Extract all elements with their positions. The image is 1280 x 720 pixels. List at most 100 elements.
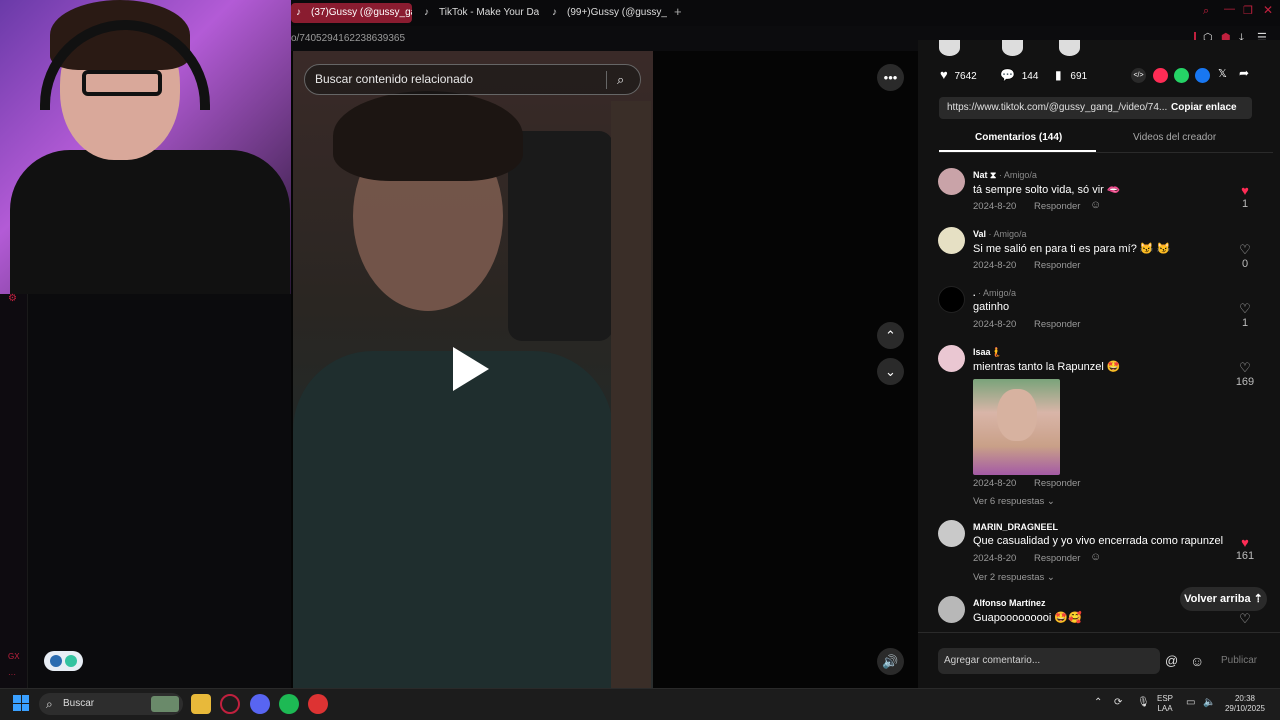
reply-button[interactable]: Responder bbox=[1034, 478, 1080, 489]
comment-text: mientras tanto la Rapunzel 🤩 bbox=[973, 361, 1121, 373]
browser-tab-bar: ♪ (37)Gussy (@gussy_gang ♪ TikTok - Make… bbox=[291, 0, 1280, 26]
heart-outline-icon: ♡ bbox=[1239, 360, 1251, 375]
tray-chevron-icon[interactable]: ⌃ bbox=[1094, 698, 1102, 708]
copy-link-button[interactable]: Copiar enlace bbox=[1171, 97, 1237, 119]
publish-button[interactable]: Publicar bbox=[1221, 655, 1257, 666]
language-indicator[interactable]: ESP LAA bbox=[1157, 694, 1173, 714]
more-options-button[interactable]: ••• bbox=[877, 64, 904, 91]
comment-author[interactable]: Isaa🧜 bbox=[973, 347, 1002, 358]
video-player[interactable] bbox=[293, 51, 653, 688]
minimize-icon[interactable]: — bbox=[1224, 3, 1235, 15]
mention-icon[interactable]: @ bbox=[1165, 648, 1178, 674]
comment-action[interactable]: 💬 144 bbox=[1000, 66, 1038, 86]
reply-button[interactable]: Responder bbox=[1034, 553, 1080, 564]
clock[interactable]: 20:38 29/10/2025 bbox=[1224, 694, 1266, 714]
avatar[interactable] bbox=[938, 168, 965, 195]
tiktok-icon: ♪ bbox=[552, 7, 557, 18]
volume-button[interactable]: 🔊 bbox=[877, 648, 904, 675]
glasses-icon bbox=[82, 70, 162, 96]
sidebar-more-icon[interactable]: ··· bbox=[8, 670, 16, 679]
avatar[interactable] bbox=[938, 227, 965, 254]
heart-icon: ♥ bbox=[940, 67, 948, 82]
comment-image-attachment[interactable] bbox=[973, 379, 1060, 475]
comment-date: 2024-8-20 bbox=[973, 260, 1017, 271]
creator-avatar-partial bbox=[939, 40, 960, 56]
view-replies-button[interactable]: Ver 6 respuestas ⌄ bbox=[973, 496, 1055, 507]
avatar[interactable] bbox=[938, 345, 965, 372]
close-icon[interactable]: ✕ bbox=[1263, 3, 1273, 17]
webcam-overlay bbox=[0, 0, 291, 294]
share-avatar-partial[interactable] bbox=[1059, 40, 1080, 56]
new-tab-button[interactable]: + bbox=[674, 4, 682, 19]
app-icon[interactable] bbox=[308, 694, 328, 714]
comment-author[interactable]: Nat ⧗ · Amigo/a bbox=[973, 170, 1037, 181]
discord-icon[interactable] bbox=[250, 694, 270, 714]
next-video-button[interactable]: ⌄ bbox=[877, 358, 904, 385]
like-button[interactable]: ♡ 169 bbox=[1233, 360, 1257, 388]
extension-pill[interactable] bbox=[44, 651, 83, 671]
volume-icon[interactable]: 🔈 bbox=[1203, 698, 1215, 708]
facebook-icon[interactable] bbox=[1195, 68, 1210, 83]
tab-label: (37)Gussy (@gussy_gang bbox=[311, 7, 412, 18]
tab-tiktok[interactable]: ♪ TikTok - Make Your Day bbox=[419, 3, 539, 23]
like-button[interactable]: ♥ 1 bbox=[1233, 183, 1257, 210]
view-replies-button[interactable]: Ver 2 respuestas ⌄ bbox=[973, 572, 1055, 583]
reply-button[interactable]: Responder bbox=[1034, 201, 1080, 212]
sync-icon[interactable]: ⟳ bbox=[1114, 698, 1122, 708]
like-action[interactable]: ♥ 7642 bbox=[940, 66, 977, 86]
search-icon[interactable]: ⌕ bbox=[617, 65, 624, 94]
comment-author[interactable]: Alfonso Martínez bbox=[973, 598, 1046, 608]
like-button[interactable]: ♥ 161 bbox=[1233, 535, 1257, 562]
comment-author[interactable]: MARIN_DRAGNEEL bbox=[973, 522, 1058, 532]
video-link-url: https://www.tiktok.com/@gussy_gang_/vide… bbox=[947, 102, 1167, 113]
comment-author[interactable]: . · Amigo/a bbox=[973, 288, 1016, 298]
x-twitter-icon[interactable]: 𝕏 bbox=[1218, 67, 1227, 80]
follow-button-partial[interactable] bbox=[1002, 40, 1023, 56]
like-button[interactable]: ♡ 0 bbox=[1233, 242, 1257, 270]
repost-icon[interactable] bbox=[1153, 68, 1168, 83]
previous-video-button[interactable]: ⌃ bbox=[877, 322, 904, 349]
emoji-icon[interactable]: ☺ bbox=[1190, 648, 1204, 674]
opera-gx-icon[interactable] bbox=[220, 694, 240, 714]
comment-placeholder: Agregar comentario... bbox=[944, 655, 1041, 666]
search-divider bbox=[606, 71, 607, 89]
avatar[interactable] bbox=[938, 286, 965, 313]
spotify-icon[interactable] bbox=[279, 694, 299, 714]
share-arrow-icon[interactable]: ➦ bbox=[1239, 66, 1249, 80]
windows-start-icon[interactable] bbox=[13, 695, 29, 711]
comment-input[interactable]: Agregar comentario... @ ☺ bbox=[938, 648, 1204, 674]
network-icon[interactable]: ▭ bbox=[1186, 698, 1195, 708]
back-to-top-button[interactable]: Volver arriba ⇡ bbox=[1180, 587, 1267, 611]
chevron-down-icon: ⌄ bbox=[885, 363, 896, 379]
embed-icon[interactable]: </> bbox=[1131, 68, 1146, 83]
tab-comments[interactable]: Comentarios (144) bbox=[975, 132, 1062, 143]
save-action[interactable]: ▮ 691 bbox=[1055, 66, 1087, 86]
video-link-box[interactable]: https://www.tiktok.com/@gussy_gang_/vide… bbox=[939, 97, 1252, 119]
reply-button[interactable]: Responder bbox=[1034, 260, 1080, 271]
play-icon[interactable] bbox=[453, 347, 489, 391]
reply-button[interactable]: Responder bbox=[1034, 319, 1080, 330]
comment-text: tá sempre solto vida, só vir 🫦 bbox=[973, 184, 1121, 196]
related-search-input[interactable]: Buscar contenido relacionado ⌕ bbox=[304, 64, 641, 95]
comment-text: gatinho bbox=[973, 301, 1010, 313]
microphone-icon[interactable]: 🎙 bbox=[1137, 698, 1150, 708]
comment-date: 2024-8-20 bbox=[973, 478, 1017, 489]
avatar[interactable] bbox=[938, 520, 965, 547]
tab-creator-videos[interactable]: Videos del creador bbox=[1133, 132, 1216, 143]
like-count: 7642 bbox=[954, 71, 977, 82]
tab-gussy-2[interactable]: ♪ (99+)Gussy (@gussy_gang bbox=[547, 3, 667, 23]
person-hair-in-video bbox=[333, 91, 523, 181]
avatar[interactable] bbox=[938, 596, 965, 623]
maximize-icon[interactable]: ❐ bbox=[1243, 4, 1253, 17]
like-button[interactable]: ♡ 1 bbox=[1233, 301, 1257, 329]
like-button[interactable]: ♡ bbox=[1233, 611, 1257, 627]
whatsapp-icon[interactable] bbox=[1174, 68, 1189, 83]
phone-in-video bbox=[508, 131, 613, 341]
settings-gear-icon[interactable]: ⚙ bbox=[8, 293, 17, 304]
search-icon[interactable]: ⌕ bbox=[1203, 5, 1209, 18]
left-dark-panel bbox=[0, 294, 291, 688]
tab-gussy-1[interactable]: ♪ (37)Gussy (@gussy_gang bbox=[291, 3, 412, 23]
taskbar-search[interactable]: ⌕ Buscar bbox=[39, 693, 183, 715]
comment-author[interactable]: Val · Amigo/a bbox=[973, 229, 1027, 239]
file-explorer-icon[interactable] bbox=[191, 694, 211, 714]
